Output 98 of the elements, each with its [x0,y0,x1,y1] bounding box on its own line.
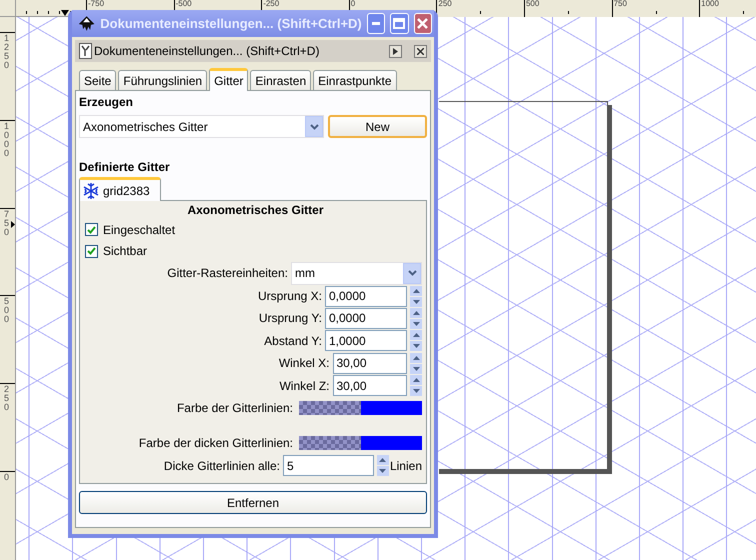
ruler-label: -750 [88,0,104,8]
field-label: Winkel X: [278,356,330,370]
maximize-icon [393,18,406,29]
spin-down-button[interactable] [410,386,422,396]
ruler-label: -500 [176,0,192,8]
dropdown-button[interactable] [305,116,323,137]
number-field[interactable]: 5 [282,455,374,476]
down-arrow-icon [412,389,420,394]
tab[interactable]: Gitter [209,68,248,91]
field-label: Ursprung Y: [258,311,322,326]
down-arrow-icon [412,344,420,348]
field-label: Winkel Z: [279,378,330,393]
number-field[interactable]: 0,0000 [325,286,407,307]
check-icon [87,247,96,256]
checkbox[interactable] [85,244,98,258]
field-label: Dicke Gitterlinien alle: [164,458,280,473]
close-icon [417,18,428,29]
number-field[interactable]: 1,0000 [325,330,407,352]
minimize-button[interactable] [366,13,386,34]
field-label: Farbe der Gitterlinien: [176,400,293,415]
close-button[interactable] [414,13,432,34]
up-arrow-icon [412,288,420,293]
play-icon [393,48,398,54]
ruler-label: 500 [526,0,540,8]
grid-tab[interactable]: grid2383 [79,177,161,201]
section-heading: Erzeugen [79,95,134,109]
new-button[interactable]: New [328,115,427,138]
spin-down-button[interactable] [410,341,422,352]
transparency-checker [299,436,360,450]
unit-dropdown[interactable]: mm [291,262,422,285]
document-wrench-icon [79,43,92,59]
spin-down-button[interactable] [410,318,422,329]
section-heading: Definierte Gitter [79,160,171,174]
check-icon [87,226,96,234]
field-label: Ursprung X: [258,289,322,304]
grid-type-dropdown[interactable]: Axonometrisches Gitter [79,115,324,138]
window-title: Dokumenteneinstellungen... (Shift+Ctrl+D) [100,16,362,31]
snowflake-icon [83,182,99,198]
panel-heading: Axonometrisches Gitter [187,203,324,217]
close-icon [417,48,424,54]
maximize-button[interactable] [390,13,409,34]
tab[interactable]: Seite [79,70,116,90]
spin-up-button[interactable] [410,352,422,363]
up-arrow-icon [412,310,420,315]
number-field[interactable]: 0,0000 [325,308,407,329]
panel-title: Dokumenteneinstellungen... (Shift+Ctrl+D) [94,44,320,58]
tab[interactable]: Einrastpunkte [313,70,397,90]
pointer-marker-icon [61,10,69,16]
ruler-label: 1250 [4,34,10,70]
checkbox-label: Eingeschaltet [103,222,176,237]
number-field[interactable]: 30,00 [332,352,407,374]
ruler-label: 0 [350,0,356,8]
minimize-icon [372,22,380,25]
down-arrow-icon [412,322,420,326]
spin-down-button[interactable] [410,364,422,374]
spin-up-button[interactable] [410,330,422,340]
spin-up-button[interactable] [410,375,422,386]
down-arrow-icon [412,366,420,371]
spin-down-button[interactable] [376,466,389,476]
app-logo-icon [78,14,96,32]
color-swatch-button[interactable] [299,400,422,415]
spin-up-button[interactable] [410,308,422,318]
ruler-label: 500 [4,297,10,324]
field-label: Gitter-Rastereinheiten: [167,266,288,280]
ruler-label: 250 [438,0,452,8]
color-swatch-button[interactable] [299,436,422,450]
dropdown-button[interactable] [403,262,421,284]
ruler-label: 250 [4,385,10,412]
ruler-label: -250 [263,0,280,8]
tab[interactable]: Führungslinien [118,70,208,90]
field-label: Abstand Y: [264,334,322,348]
spin-up-button[interactable] [410,286,422,296]
number-field[interactable]: 30,00 [332,375,407,396]
unit-label: Linien [390,458,422,473]
up-arrow-icon [412,356,420,360]
ruler-label: 0 [4,472,10,482]
up-arrow-icon [412,378,420,382]
down-arrow-icon [379,469,386,474]
caret-icon [408,270,416,276]
ruler-label: 750 [614,0,627,8]
ruler-label: 750 [4,210,10,237]
spin-down-button[interactable] [410,296,422,307]
caret-icon [310,124,318,130]
checkbox-label: Sichtbar [103,244,148,258]
transparency-checker [299,400,360,415]
tab[interactable]: Einrasten [250,70,312,90]
down-arrow-icon [412,300,420,304]
field-label: Farbe der dicken Gitterlinien: [138,436,293,450]
remove-button[interactable]: Entfernen [79,491,427,514]
up-arrow-icon [412,333,420,338]
close-panel-button[interactable] [414,44,427,58]
ruler-label: 1000 [4,122,10,158]
spin-up-button[interactable] [376,455,389,466]
pointer-marker-icon [11,221,15,228]
ruler-label: 1000 [701,0,719,8]
expand-button[interactable] [389,44,402,58]
up-arrow-icon [379,458,386,462]
checkbox[interactable] [85,223,98,236]
